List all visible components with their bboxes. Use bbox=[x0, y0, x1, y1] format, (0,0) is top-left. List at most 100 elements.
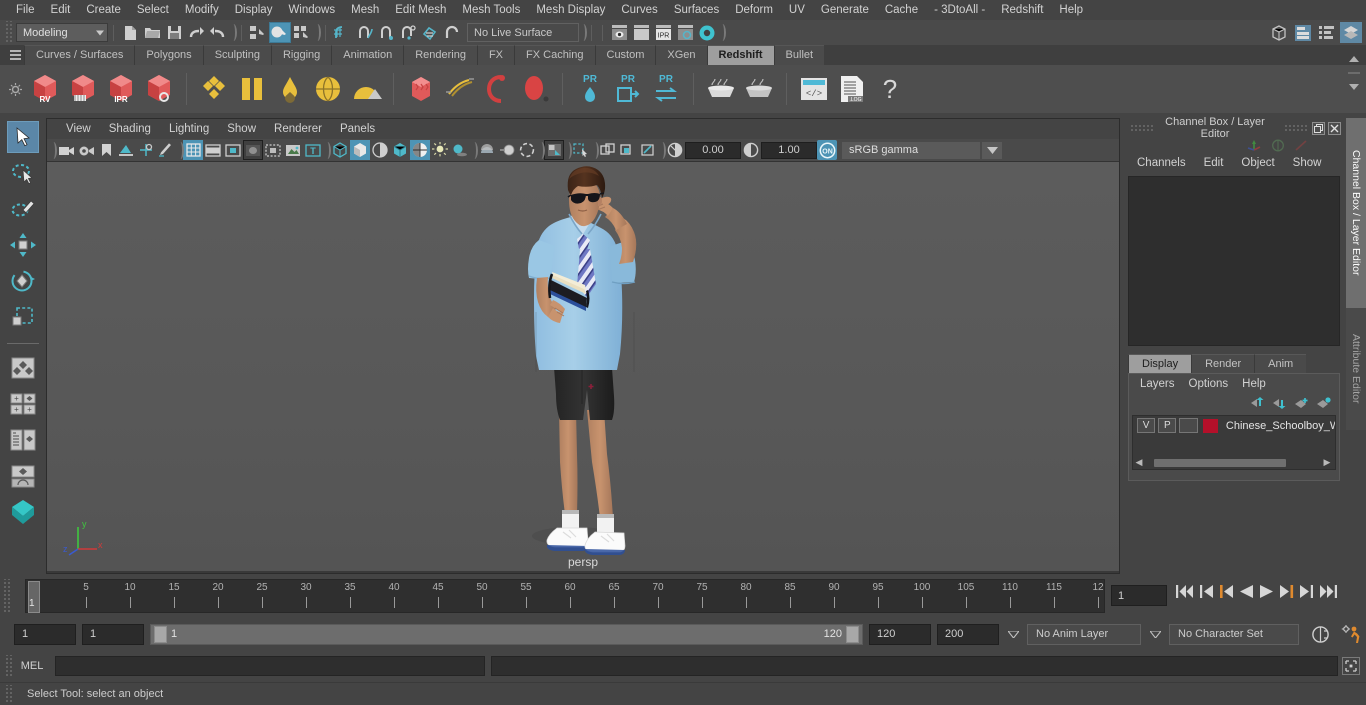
shelf-tab-redshift[interactable]: Redshift bbox=[706, 45, 774, 65]
playback-end-time-field[interactable]: 120 bbox=[869, 623, 931, 645]
command-language-label[interactable]: MEL bbox=[13, 660, 51, 672]
shelf-tab-rigging[interactable]: Rigging bbox=[270, 45, 332, 65]
xray-active-components-icon[interactable] bbox=[618, 140, 638, 160]
redshift-script-icon[interactable]: </> bbox=[796, 70, 832, 108]
viewport-3d-canvas[interactable]: persp y x z bbox=[47, 162, 1119, 571]
bookmark-icon[interactable] bbox=[96, 140, 116, 160]
range-slider-bar[interactable]: 1 120 bbox=[150, 623, 863, 645]
hypershade-icon[interactable] bbox=[696, 22, 718, 43]
grease-pencil-icon[interactable] bbox=[156, 140, 176, 160]
go-to-start-icon[interactable] bbox=[1175, 584, 1194, 599]
shelf-scroll-arrows[interactable] bbox=[1346, 52, 1364, 96]
viewport-menu-lighting[interactable]: Lighting bbox=[160, 119, 218, 139]
menu-item-cache[interactable]: Cache bbox=[877, 0, 926, 20]
snap-point-icon[interactable] bbox=[375, 22, 397, 43]
layer-name[interactable]: Chinese_Schoolboy_W bbox=[1226, 420, 1335, 432]
menu-item-help[interactable]: Help bbox=[1051, 0, 1091, 20]
redshift-ipr-icon[interactable]: IPR bbox=[103, 70, 139, 108]
safe-action-icon[interactable] bbox=[283, 140, 303, 160]
use-all-lights-icon[interactable] bbox=[430, 140, 450, 160]
time-slider-grip[interactable] bbox=[2, 579, 11, 613]
go-to-end-icon[interactable] bbox=[1319, 584, 1338, 599]
snap-curve-icon[interactable] bbox=[353, 22, 375, 43]
channel-menu-show[interactable]: Show bbox=[1284, 157, 1331, 169]
gate-mask-icon[interactable] bbox=[243, 140, 263, 160]
redshift-sub-surface-icon[interactable] bbox=[310, 70, 346, 108]
menu-item-display[interactable]: Display bbox=[227, 0, 281, 20]
command-line-grip[interactable] bbox=[4, 655, 13, 677]
menu-item-mesh-tools[interactable]: Mesh Tools bbox=[454, 0, 528, 20]
layer-shading-toggle[interactable] bbox=[1179, 418, 1198, 433]
move-layer-up-icon[interactable] bbox=[1250, 397, 1265, 409]
camera-attributes-icon[interactable] bbox=[76, 140, 96, 160]
shelf-tab-rendering[interactable]: Rendering bbox=[403, 45, 477, 65]
shelf-tab-animation[interactable]: Animation bbox=[331, 45, 404, 65]
play-forwards-icon[interactable] bbox=[1259, 584, 1274, 599]
viewport-menu-view[interactable]: View bbox=[57, 119, 100, 139]
side-tab-attribute-editor[interactable]: Attribute Editor bbox=[1346, 308, 1366, 430]
layer-tab-render[interactable]: Render bbox=[1191, 354, 1255, 373]
menu-item-curves[interactable]: Curves bbox=[613, 0, 665, 20]
redshift-pr-portal-icon[interactable]: PR bbox=[610, 70, 646, 108]
layer-list-horizontal-scrollbar[interactable]: ◀ ▶ bbox=[1134, 457, 1334, 468]
close-icon[interactable] bbox=[1328, 121, 1341, 135]
step-back-frame-icon[interactable] bbox=[1219, 584, 1234, 599]
redshift-render-sequence-icon[interactable] bbox=[65, 70, 101, 108]
scale-tool[interactable] bbox=[7, 301, 39, 333]
shelf-tab-sculpting[interactable]: Sculpting bbox=[202, 45, 271, 65]
redshift-help-icon[interactable]: ? bbox=[872, 70, 908, 108]
step-forward-frame-icon[interactable] bbox=[1279, 584, 1294, 599]
multisample-icon[interactable] bbox=[517, 140, 537, 160]
shelf-tab-fx[interactable]: FX bbox=[476, 45, 515, 65]
range-slider-right-handle[interactable] bbox=[846, 625, 859, 643]
redshift-pr-light-icon[interactable]: PR bbox=[572, 70, 608, 108]
show-hide-channel-box-icon[interactable] bbox=[1340, 22, 1362, 43]
redshift-proxy-icon[interactable] bbox=[403, 70, 439, 108]
use-default-material-icon[interactable] bbox=[390, 140, 410, 160]
undo-icon[interactable] bbox=[185, 22, 207, 43]
exposure-icon[interactable] bbox=[665, 140, 685, 160]
shelf-tab-xgen[interactable]: XGen bbox=[655, 45, 707, 65]
film-gate-icon[interactable] bbox=[203, 140, 223, 160]
shaded-wireframe-icon[interactable] bbox=[370, 140, 390, 160]
layer-menu-help[interactable]: Help bbox=[1235, 378, 1273, 390]
animation-preferences-icon[interactable] bbox=[1340, 624, 1360, 644]
four-view-layout[interactable] bbox=[7, 352, 39, 384]
channel-menu-edit[interactable]: Edit bbox=[1195, 157, 1233, 169]
menu-item-create[interactable]: Create bbox=[78, 0, 129, 20]
show-hide-modeling-toolkit-icon[interactable] bbox=[1268, 22, 1290, 43]
isolate-select-icon[interactable] bbox=[544, 140, 564, 160]
shelf-tab-bullet[interactable]: Bullet bbox=[773, 45, 825, 65]
grease-pencil-layer-icon[interactable] bbox=[638, 140, 658, 160]
menu-item-select[interactable]: Select bbox=[129, 0, 177, 20]
help-line-grip[interactable] bbox=[4, 685, 13, 703]
image-plane-icon[interactable] bbox=[116, 140, 136, 160]
save-scene-icon[interactable] bbox=[163, 22, 185, 43]
time-slider[interactable]: 1 5 10 15 20 25 30 35 40 45 50 55 60 65 70 75 80 85 90 95 1… bbox=[25, 579, 1105, 613]
single-perspective-view[interactable] bbox=[7, 460, 39, 492]
character-set-selector[interactable]: No Character Set bbox=[1169, 623, 1299, 645]
layer-color-swatch[interactable] bbox=[1202, 418, 1218, 433]
menu-item-edit[interactable]: Edit bbox=[43, 0, 79, 20]
make-live-icon[interactable] bbox=[441, 22, 463, 43]
viewport-menu-renderer[interactable]: Renderer bbox=[265, 119, 331, 139]
gamma-field[interactable]: 1.00 bbox=[761, 141, 817, 159]
shelf-menu-icon[interactable] bbox=[6, 45, 24, 65]
anim-layer-selector[interactable]: No Anim Layer bbox=[1027, 623, 1141, 645]
text-overlay-icon[interactable]: T bbox=[303, 140, 323, 160]
snap-grid-icon[interactable] bbox=[331, 22, 353, 43]
layer-menu-layers[interactable]: Layers bbox=[1133, 378, 1182, 390]
move-axis-icon[interactable] bbox=[1247, 139, 1262, 152]
redshift-render-view-icon[interactable]: RV bbox=[27, 70, 63, 108]
toolbar-grip[interactable] bbox=[4, 21, 13, 44]
redshift-hair-icon[interactable] bbox=[441, 70, 477, 108]
layer-visibility-toggle[interactable]: V bbox=[1137, 418, 1156, 433]
panel-grip[interactable] bbox=[1130, 124, 1154, 132]
layer-row[interactable]: V P Chinese_Schoolboy_W bbox=[1133, 416, 1335, 435]
open-scene-icon[interactable] bbox=[141, 22, 163, 43]
snap-view-plane-icon[interactable] bbox=[419, 22, 441, 43]
snap-projected-center-icon[interactable] bbox=[397, 22, 419, 43]
rotate-axis-icon[interactable] bbox=[1271, 139, 1285, 152]
step-forward-keyframe-icon[interactable] bbox=[1299, 584, 1314, 599]
menu-item-surfaces[interactable]: Surfaces bbox=[666, 0, 727, 20]
